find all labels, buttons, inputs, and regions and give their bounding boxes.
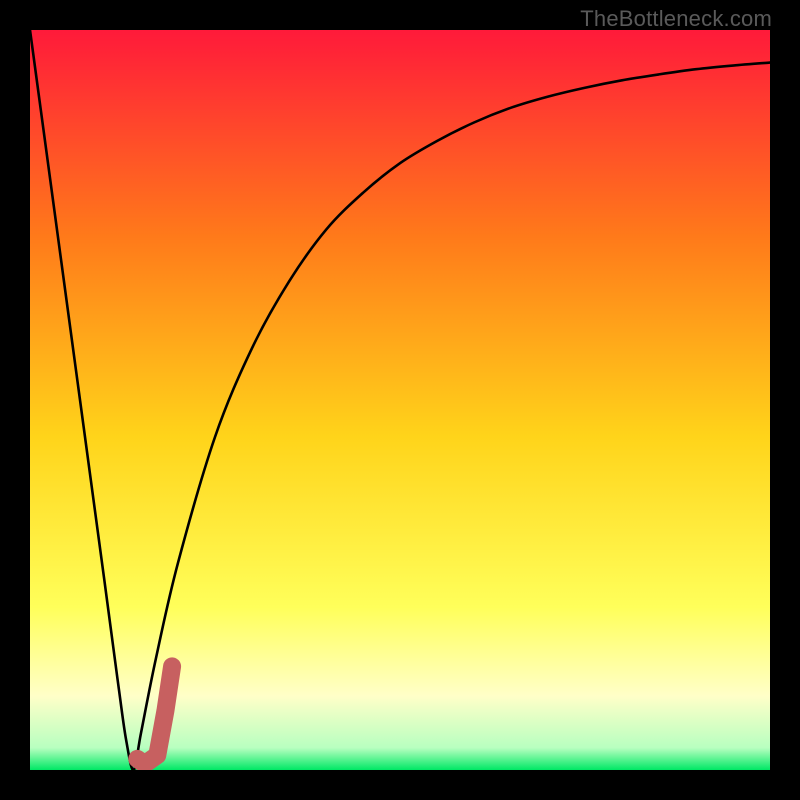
curve-layer	[30, 30, 770, 770]
plot-area	[30, 30, 770, 770]
attribution-text: TheBottleneck.com	[580, 6, 772, 32]
bottleneck-curve	[30, 30, 770, 770]
highlight-mark	[137, 666, 172, 764]
chart-frame: TheBottleneck.com	[0, 0, 800, 800]
